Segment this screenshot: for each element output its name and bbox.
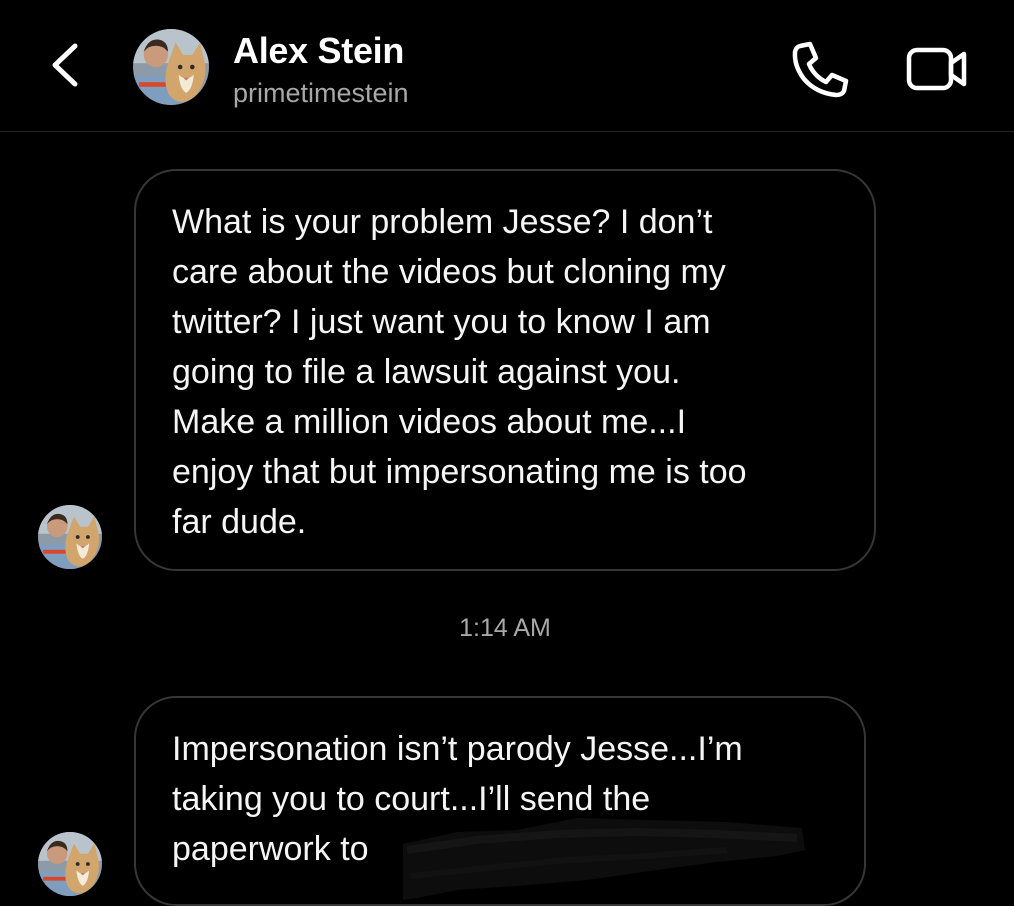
- sender-avatar[interactable]: [38, 832, 102, 896]
- redaction-mark: [403, 818, 805, 900]
- message-line: What is your problem Jesse? I don’t: [172, 203, 713, 241]
- contact-avatar[interactable]: [133, 29, 209, 105]
- chevron-left-icon: [52, 43, 78, 87]
- video-call-button[interactable]: [900, 38, 974, 100]
- message-line: Impersonation isn’t parody Jesse...I’m: [172, 730, 743, 768]
- contact-handle: primetimestein: [233, 78, 409, 108]
- video-camera-icon: [906, 47, 967, 91]
- message-line: going to file a lawsuit against you.: [172, 353, 681, 391]
- message-bubble[interactable]: What is your problem Jesse? I don’t care…: [134, 169, 876, 571]
- avatar-image: [38, 505, 102, 569]
- contact-name[interactable]: Alex Stein: [233, 30, 404, 72]
- conversation-header: Alex Stein primetimestein: [0, 0, 1014, 132]
- message-line: twitter? I just want you to know I am: [172, 303, 711, 341]
- message-line: care about the videos but cloning my: [172, 253, 726, 291]
- avatar-image: [133, 29, 209, 105]
- audio-call-button[interactable]: [786, 38, 852, 100]
- phone-icon: [792, 41, 849, 98]
- message-line: Make a million videos about me...I: [172, 403, 687, 441]
- message-timestamp: 1:14 AM: [459, 614, 551, 642]
- avatar-image: [38, 832, 102, 896]
- message-line: enjoy that but impersonating me is too: [172, 453, 747, 491]
- sender-avatar[interactable]: [38, 505, 102, 569]
- back-button[interactable]: [40, 40, 90, 90]
- message-line: far dude.: [172, 503, 307, 541]
- redaction-scribble: [397, 810, 810, 906]
